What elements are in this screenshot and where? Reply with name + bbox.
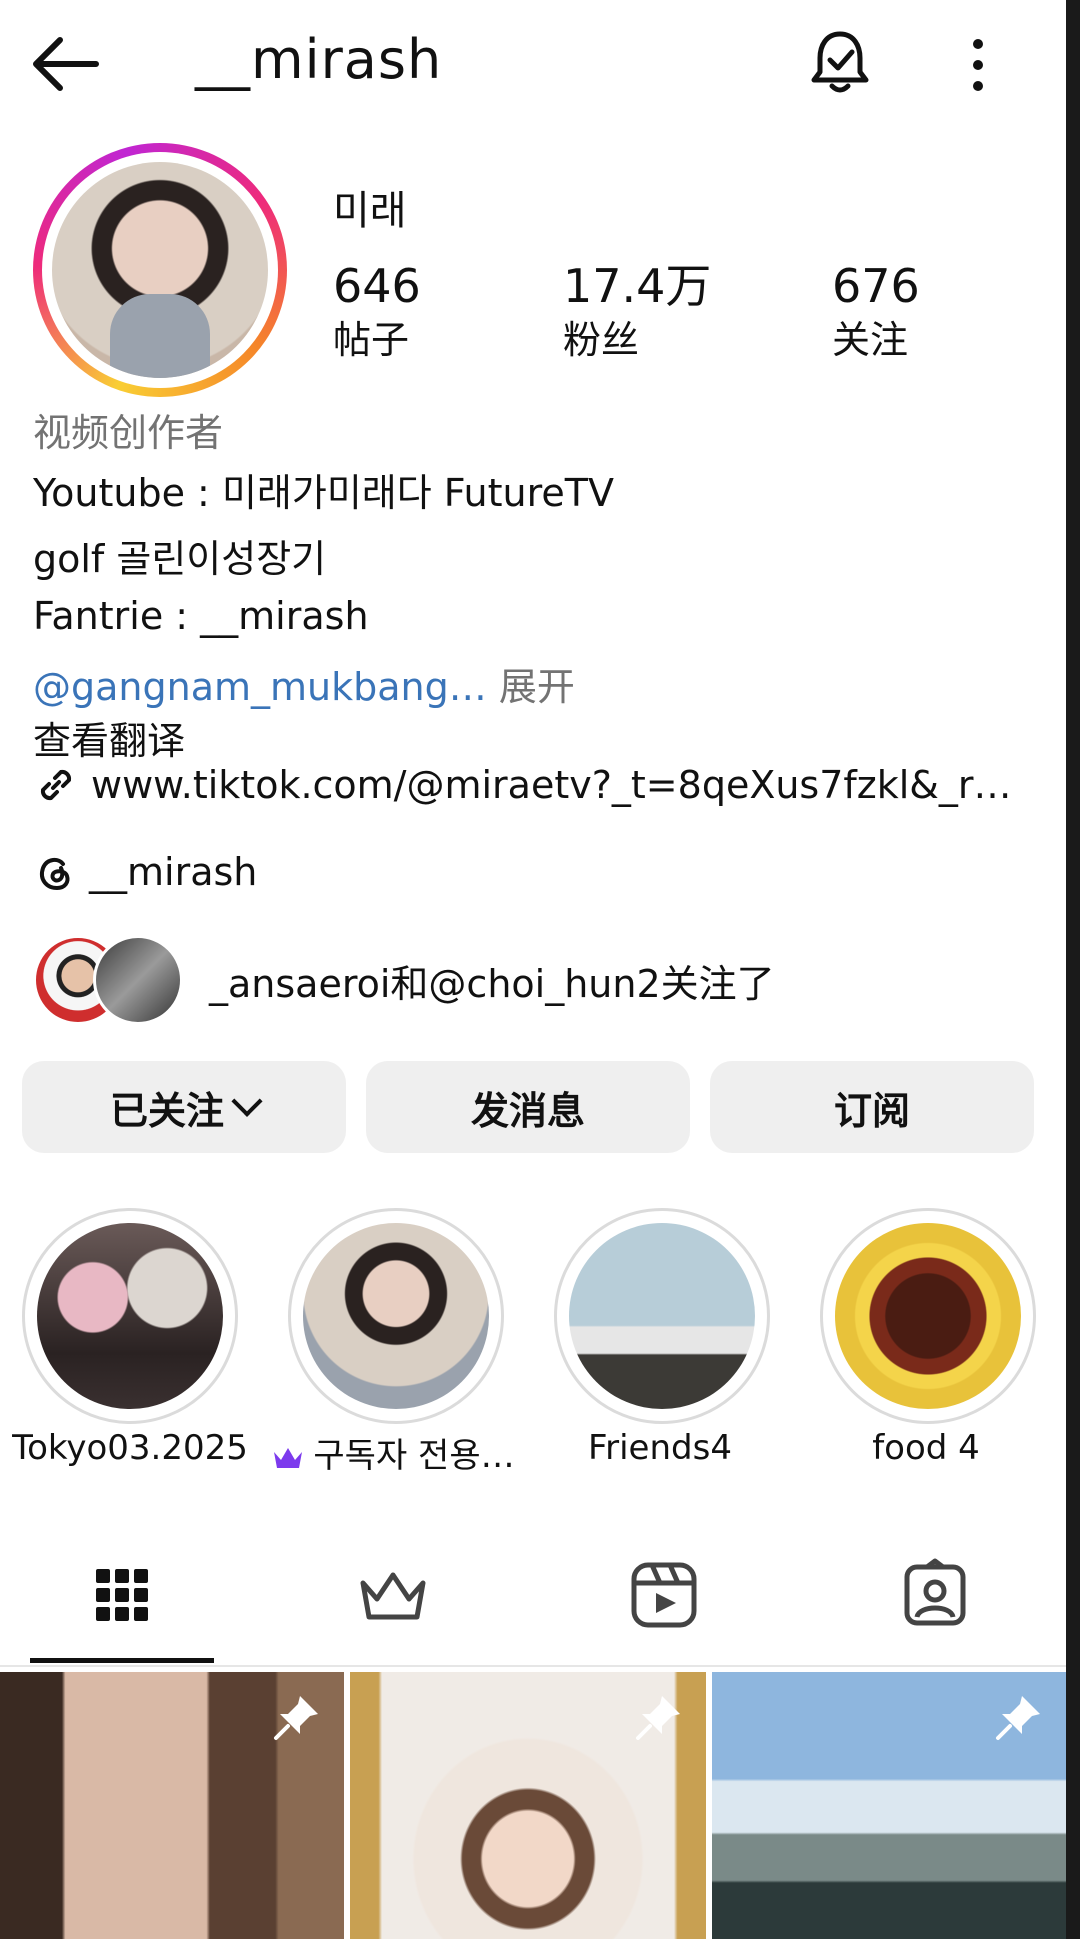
highlight-label: food 4 xyxy=(872,1428,980,1468)
active-tab-indicator xyxy=(30,1658,214,1663)
stat-label: 关注 xyxy=(832,318,909,362)
message-label: 发消息 xyxy=(470,1088,585,1133)
profile-link[interactable]: www.tiktok.com/@miraetv?_t=8qeXus7fzkl&_… xyxy=(33,762,1012,808)
profile-avatar[interactable] xyxy=(33,143,287,397)
more-options-icon[interactable] xyxy=(960,30,996,100)
expand-bio-link[interactable]: 展开 xyxy=(499,665,575,709)
profile-link-text: www.tiktok.com/@miraetv?_t=8qeXus7fzkl&_… xyxy=(91,763,1012,807)
stat-value: 676 xyxy=(832,259,920,313)
bio-line: Youtube : 미래가미래다 FutureTV xyxy=(33,471,615,515)
pin-icon xyxy=(274,1696,318,1740)
highlight-label: Friends4 xyxy=(588,1428,732,1468)
message-button[interactable]: 发消息 xyxy=(366,1061,690,1153)
highlight-friends[interactable] xyxy=(554,1208,770,1424)
profile-username: __mirash xyxy=(195,28,443,91)
display-name: 미래 xyxy=(333,188,407,234)
post-thumbnail[interactable] xyxy=(712,1672,1066,1939)
top-bar: __mirash xyxy=(0,0,1066,130)
following-button[interactable]: 已关注 xyxy=(22,1061,346,1153)
pin-icon xyxy=(996,1696,1040,1740)
highlight-subscribers[interactable] xyxy=(288,1208,504,1424)
chevron-down-icon xyxy=(231,1085,263,1117)
stat-label: 粉丝 xyxy=(563,318,640,362)
followed-by-row[interactable]: _ansaeroi和@choi_hun2关注了 xyxy=(33,935,775,1025)
threads-link[interactable]: __mirash xyxy=(33,850,257,894)
profile-category: 视频创作者 xyxy=(33,411,224,455)
highlight-food[interactable] xyxy=(820,1208,1036,1424)
stat-value: 17.4万 xyxy=(563,259,712,313)
threads-icon xyxy=(40,857,70,891)
threads-handle: __mirash xyxy=(89,850,258,894)
tagged-icon[interactable] xyxy=(895,1555,975,1635)
post-thumbnail[interactable] xyxy=(350,1672,706,1939)
bio-line: golf 골린이성장기 xyxy=(33,537,327,581)
subscribe-label: 订阅 xyxy=(833,1088,910,1133)
grid-icon[interactable] xyxy=(82,1555,162,1635)
bio-mention-link[interactable]: @gangnam_mukbang… xyxy=(33,665,487,709)
following-label: 已关注 xyxy=(109,1088,224,1133)
see-translation-link[interactable]: 查看翻译 xyxy=(33,710,185,765)
highlight-tokyo[interactable] xyxy=(22,1208,238,1424)
highlight-label-row: 구독자 전용… xyxy=(262,1428,524,1477)
subscribe-button[interactable]: 订阅 xyxy=(710,1061,1034,1153)
device-edge xyxy=(1066,0,1080,1939)
tab-divider xyxy=(0,1665,1066,1667)
pin-icon xyxy=(636,1696,680,1740)
stat-value: 646 xyxy=(333,259,421,313)
post-thumbnail[interactable] xyxy=(0,1672,344,1939)
link-icon xyxy=(40,769,72,801)
crown-icon xyxy=(274,1447,303,1468)
reels-icon[interactable] xyxy=(624,1555,704,1635)
back-arrow-icon[interactable] xyxy=(30,32,102,96)
stat-following[interactable]: 676 关注 xyxy=(832,258,920,366)
stat-followers[interactable]: 17.4万 粉丝 xyxy=(563,258,711,366)
avatar xyxy=(93,935,183,1025)
notification-bell-icon[interactable] xyxy=(808,28,872,98)
bio-mention-row: @gangnam_mukbang… 展开 xyxy=(33,656,575,711)
crown-icon[interactable] xyxy=(353,1555,433,1635)
followed-by-text: _ansaeroi和@choi_hun2关注了 xyxy=(209,961,775,1006)
stat-posts[interactable]: 646 帖子 xyxy=(333,258,421,366)
highlight-label: Tokyo03.2025 xyxy=(12,1428,248,1468)
stat-label: 帖子 xyxy=(333,318,410,362)
bio-line: Fantrie : __mirash xyxy=(33,594,369,638)
highlight-label: 구독자 전용… xyxy=(313,1436,515,1476)
